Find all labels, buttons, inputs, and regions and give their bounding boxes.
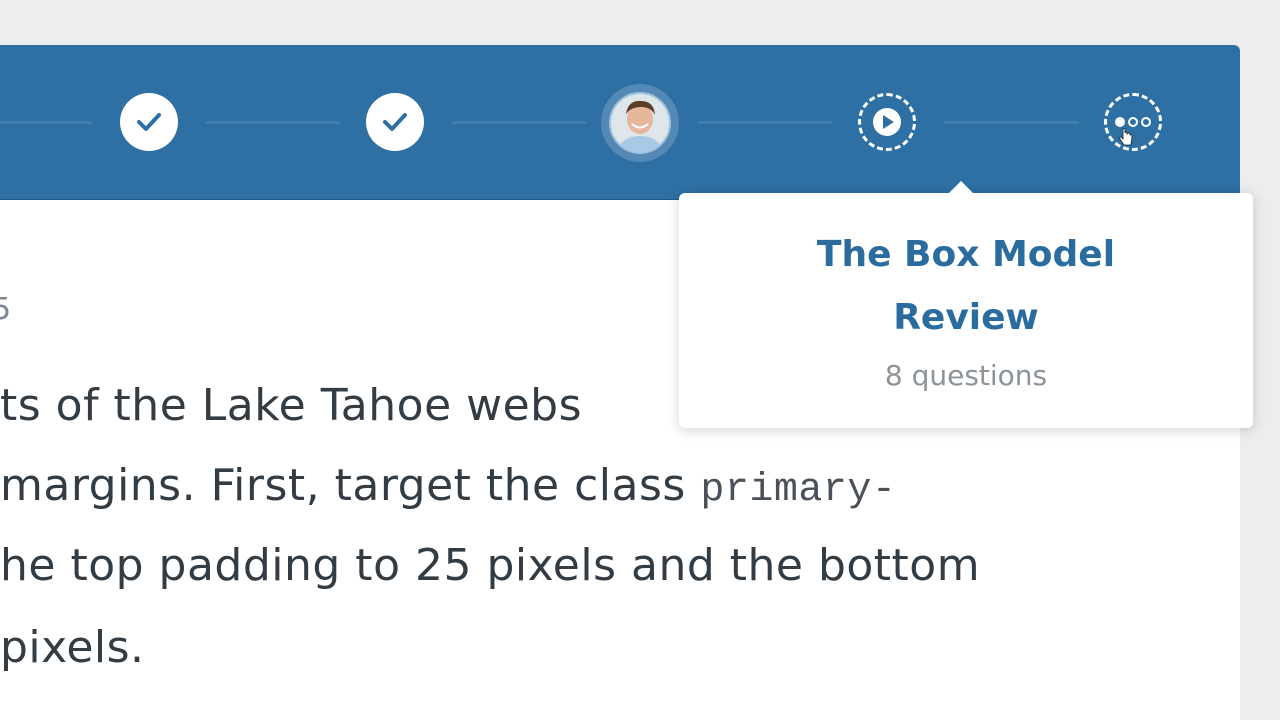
step-complete-2[interactable] — [366, 93, 424, 151]
hand-cursor-icon — [1119, 128, 1133, 146]
avatar — [609, 92, 671, 154]
tooltip-title[interactable]: The Box Model Review — [769, 223, 1163, 349]
label-fragment: 5 — [0, 292, 12, 327]
check-icon — [383, 113, 407, 131]
code-snippet: primary- — [700, 468, 897, 513]
paragraph-text: margins. First, target the class — [0, 460, 701, 511]
step-complete-1[interactable] — [120, 93, 178, 151]
play-icon — [873, 108, 901, 136]
tooltip-arrow — [949, 181, 973, 193]
paragraph-line: he top padding to 25 pixels and the bott… — [0, 540, 981, 591]
progress-line — [944, 121, 1079, 124]
check-icon — [137, 113, 161, 131]
progress-line — [205, 121, 340, 124]
paragraph-line: margins. First, target the class primary… — [0, 460, 896, 513]
paragraph-line: pixels. — [0, 622, 145, 673]
progress-line — [0, 121, 92, 124]
more-icon — [1115, 117, 1151, 127]
progress-line — [698, 121, 833, 124]
step-upcoming-quiz[interactable] — [1104, 93, 1162, 151]
step-tooltip: The Box Model Review 8 questions — [679, 181, 1253, 428]
progress-line — [452, 121, 587, 124]
step-upcoming-video[interactable] — [858, 93, 916, 151]
tooltip-count: 8 questions — [884, 359, 1048, 392]
paragraph-line: ts of the Lake Tahoe webs — [0, 380, 583, 431]
step-current[interactable] — [601, 84, 679, 162]
